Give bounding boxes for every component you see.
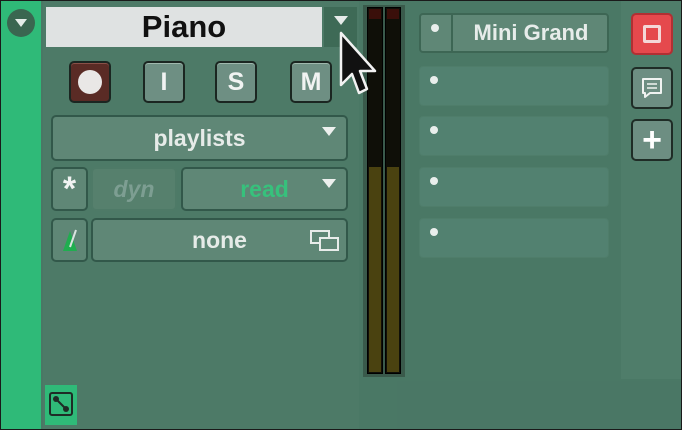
peak-indicator (387, 9, 399, 19)
automation-asterisk-button[interactable]: * (51, 167, 88, 211)
metronome-button[interactable] (51, 218, 88, 262)
slot-divider (451, 15, 453, 51)
chevron-down-icon (322, 127, 336, 136)
right-column (621, 1, 681, 379)
record-icon (78, 70, 102, 94)
chevron-down-icon (322, 179, 336, 188)
power-icon (643, 25, 661, 43)
routing-button[interactable] (45, 385, 77, 425)
collapse-button[interactable] (7, 9, 35, 37)
power-button[interactable] (631, 13, 673, 55)
insert-slot-1[interactable]: Mini Grand (419, 13, 609, 53)
track-name: Piano (141, 9, 227, 44)
group-dropdown[interactable]: none (91, 218, 348, 262)
comments-icon (642, 78, 662, 98)
dyn-button[interactable]: dyn (91, 167, 177, 211)
add-button[interactable]: + (631, 119, 673, 161)
triangle-down-icon (334, 16, 348, 25)
input-monitor-button[interactable]: I (143, 61, 185, 103)
insert-name: Mini Grand (473, 20, 589, 45)
metronome-icon (62, 229, 77, 251)
track-color-strip (1, 1, 41, 429)
mute-button[interactable]: M (290, 61, 332, 103)
record-arm-button[interactable] (69, 61, 111, 103)
meter-fill (369, 167, 381, 372)
routing-icon (49, 392, 73, 416)
insert-bypass-icon (431, 24, 439, 32)
dyn-label: dyn (113, 175, 155, 202)
solo-button[interactable]: S (215, 61, 257, 103)
solo-label: S (227, 67, 245, 96)
multi-window-icon (310, 230, 339, 251)
chevron-down-icon (15, 19, 27, 27)
level-meter-right (385, 7, 401, 374)
plus-icon: + (642, 120, 662, 159)
playlists-dropdown[interactable]: playlists (51, 115, 348, 161)
track-strip: Piano I S M playlists * dyn read none Mi… (0, 0, 682, 430)
group-label: none (192, 226, 247, 253)
meter-fill (387, 167, 399, 372)
insert-bypass-icon (430, 126, 438, 134)
comments-button[interactable] (631, 67, 673, 109)
peak-indicator (369, 9, 381, 19)
insert-slot-2[interactable] (419, 66, 609, 106)
automation-mode-dropdown[interactable]: read (181, 167, 348, 211)
bottom-panel (397, 381, 681, 429)
automation-mode-label: read (240, 175, 289, 202)
insert-slot-5[interactable] (419, 218, 609, 258)
insert-slot-3[interactable] (419, 116, 609, 156)
mouse-cursor-icon (339, 31, 377, 95)
insert-slot-4[interactable] (419, 167, 609, 207)
insert-bypass-icon (430, 177, 438, 185)
mute-label: M (300, 67, 322, 96)
input-monitor-label: I (160, 67, 168, 96)
insert-bypass-icon (430, 228, 438, 236)
track-name-field[interactable]: Piano (46, 7, 322, 47)
insert-bypass-icon (430, 76, 438, 84)
playlists-label: playlists (153, 124, 246, 151)
asterisk-icon: * (62, 169, 77, 208)
